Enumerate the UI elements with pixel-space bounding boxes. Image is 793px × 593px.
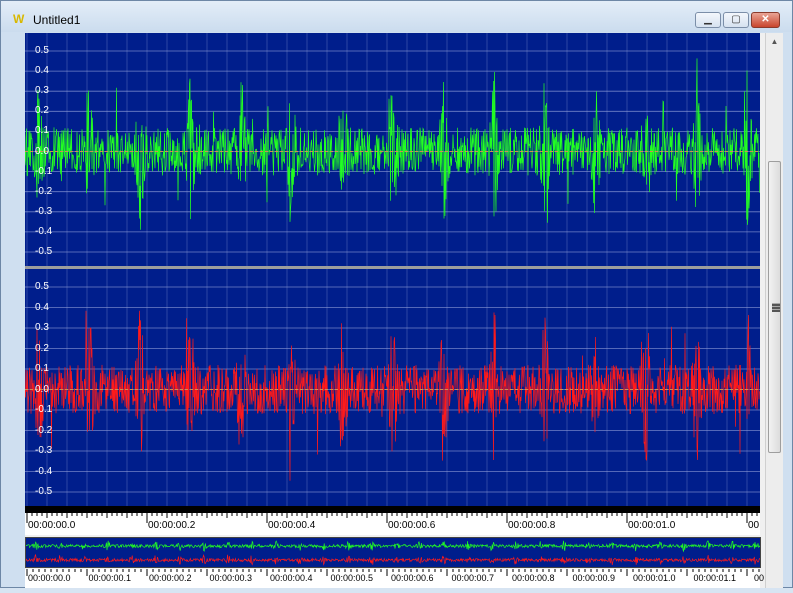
overview-plot [26,540,760,566]
y-axis-tick-label: 0.0 [35,383,49,395]
y-axis-tick-label: 0.0 [35,145,49,157]
overview-ruler-label: 00:00:00.2 [149,573,192,583]
y-axis-tick-label: 0.4 [35,301,49,313]
y-axis-tick-label: 0.4 [35,65,49,77]
scrollbar-thumb[interactable]: ▬ ▬ ▬ [768,161,781,453]
title-bar[interactable]: W Untitled1 ▁ ▢ ✕ [1,1,792,32]
overview-ruler-label: 00:00:00.0 [28,573,71,583]
top-channel-waveform[interactable]: 0.5 0.4 0.3 0.2 0.1 0.0 -0.1 -0.2 -0.3 -0.4 -0.5 [25,33,760,266]
minimize-button[interactable]: ▁ [695,12,721,28]
bottom-channel-plot [25,269,760,506]
y-axis-tick-label: -0.1 [35,165,53,177]
overview-ruler-label: 00:00:00.4 [270,573,313,583]
maximize-button[interactable]: ▢ [723,12,749,28]
time-ruler-label: 00:00:00.4 [268,520,316,531]
y-axis-tick-label: 0.3 [35,322,49,333]
overview-ruler-label: 00:00:00.1 [88,573,132,583]
scroll-up-arrow-icon[interactable]: ▲ [767,34,782,49]
bottom-channel-waveform[interactable]: 0.5 0.4 0.3 0.2 0.1 0.0 -0.1 -0.2 -0.3 -0.4 -0.5 [25,269,760,506]
overview-ruler-label: 00:00:00.3 [209,573,253,583]
y-axis-tick-label: 0.5 [35,281,49,292]
overview-ruler-label: 00:00:00.8 [512,573,555,583]
app-logo-icon: W [13,12,24,26]
overview-time-ruler[interactable]: 00:00:00.0 00:00:00.1 00:00:00.2 00:00:00.3… [25,569,764,588]
y-axis-tick-label: -0.3 [35,205,53,217]
y-axis-tick-label: -0.4 [35,225,53,237]
overview-ruler-label: 00 [754,573,765,583]
y-axis-tick-label: 0.1 [35,125,49,137]
window-title: Untitled1 [33,13,81,27]
time-ruler-label: 00:00:00.2 [148,520,196,531]
y-axis-tick-label: 0.3 [35,85,49,97]
waveform-trace [25,310,760,481]
y-axis-tick-label: 0.1 [35,363,49,374]
overview-ruler-label: 00:00:00.5 [330,573,374,583]
waveform-bottom-border [25,506,760,513]
y-axis-tick-label: -0.5 [35,246,53,257]
y-axis-tick-label: -0.3 [35,445,53,456]
y-axis-tick-label: 0.2 [35,342,49,354]
y-axis-tick-label: -0.5 [35,486,53,497]
overview-ruler-label: 00:00:00.6 [391,573,434,583]
close-button[interactable]: ✕ [751,12,780,28]
time-ruler-label: 00:00:01.0 [628,520,676,531]
overview-ruler-label: 00:00:01.1 [693,573,737,583]
overview-trace [26,553,760,566]
y-axis-tick-label: -0.4 [35,465,53,477]
overview-waveform[interactable] [25,537,761,568]
waveform-editor: 0.5 0.4 0.3 0.2 0.1 0.0 -0.1 -0.2 -0.3 -0.4 -0.5 0… [25,33,765,588]
overview-ruler-label: 00:00:00.7 [451,573,495,583]
top-channel-plot [25,33,760,266]
app-window: W Untitled1 ▁ ▢ ✕ 0.5 0.4 0.3 0.2 0.1 0.0 -0.1… [0,0,793,588]
time-ruler-label: 00:00:00.8 [508,520,556,531]
y-axis-tick-label: -0.2 [35,185,53,197]
vertical-scrollbar[interactable]: ▲ ▬ ▬ ▬ [765,33,783,588]
y-axis-tick-label: 0.2 [35,105,49,117]
time-ruler-label: 00 [748,520,760,531]
time-ruler[interactable]: 00:00:00.0 00:00:00.2 00:00:00.4 00:00:00.6… [25,513,763,535]
overview-ruler-label: 00:00:00.9 [572,573,616,583]
grip-icon: ▬ ▬ ▬ [772,299,780,314]
y-axis-tick-label: -0.2 [35,424,53,436]
time-ruler-label: 00:00:00.6 [388,520,436,531]
overview-trace [26,540,760,553]
time-ruler-label: 00:00:00.0 [28,520,76,531]
overview-ruler-label: 00:00:01.0 [633,573,676,583]
waveform-trace [25,58,760,230]
y-axis-tick-label: -0.1 [35,404,53,415]
y-axis-tick-label: 0.5 [35,45,49,56]
